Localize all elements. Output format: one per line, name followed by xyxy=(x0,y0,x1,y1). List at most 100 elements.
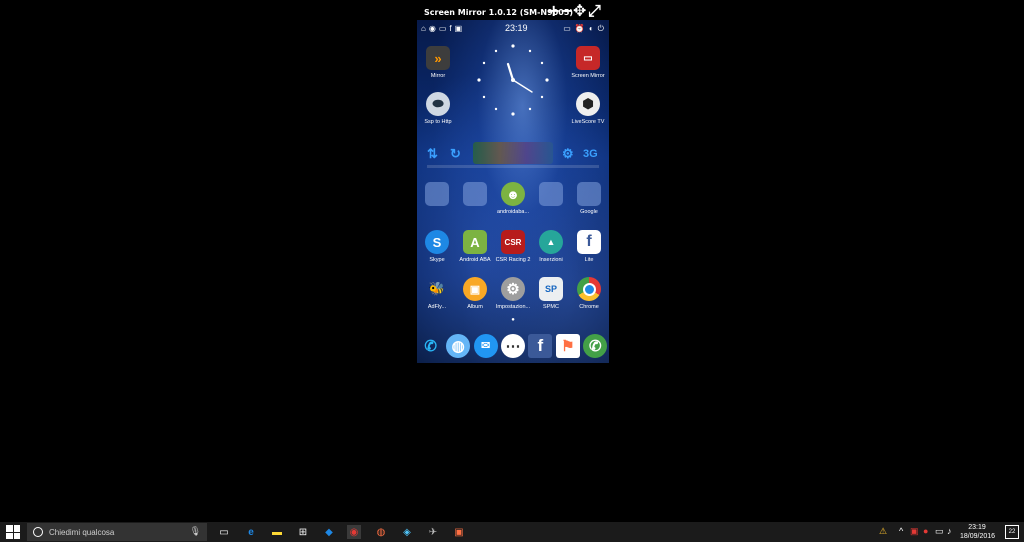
sync-toggle-icon[interactable]: ↻ xyxy=(450,146,461,162)
app-label: LiveScore TV xyxy=(571,119,605,125)
status-bar: ⌂ ◉ ▭ f ▣ 23:19 ▭ ⏰ ◐ ⏻ xyxy=(417,20,609,38)
app-label: CSR Racing 2 xyxy=(495,257,531,263)
flag-icon[interactable]: ⚑ xyxy=(555,333,580,358)
inserzioni-icon: ▲ xyxy=(539,230,563,254)
chrome-icon xyxy=(577,277,601,301)
network-tray-icon[interactable]: ▭ xyxy=(935,526,944,537)
edge-icon[interactable]: e xyxy=(244,525,258,539)
folder-2[interactable] xyxy=(455,182,495,209)
app-label: Album xyxy=(467,304,483,310)
notifications-icon[interactable]: 22 xyxy=(1005,525,1019,539)
skype-icon: S xyxy=(425,230,449,254)
app-label: Mirror xyxy=(430,73,446,79)
app-label: Impostazion... xyxy=(495,304,531,310)
taskbar-clock[interactable]: 23:19 18/09/2016 xyxy=(960,523,995,541)
soccer-ball-icon: ⬢ xyxy=(576,92,600,116)
screen-mirror-taskbar-icon[interactable]: ▣ xyxy=(452,525,466,539)
app-label: Screen Mirror xyxy=(571,73,605,79)
app-spmc[interactable]: SP SPMC xyxy=(531,277,571,310)
wifi-icon: ◉ xyxy=(428,24,436,33)
app-android-aba[interactable]: A Android ABA xyxy=(455,230,495,263)
whatsapp-icon[interactable]: ✆ xyxy=(583,333,608,358)
analog-clock-widget[interactable] xyxy=(475,42,551,118)
move-button[interactable]: ✥ xyxy=(573,2,586,20)
cortana-search-box[interactable]: Chiedimi qualcosa 🎙 xyxy=(27,523,207,541)
microphone-icon[interactable]: 🎙 xyxy=(190,526,201,537)
app-ssp-to-http[interactable]: ⬬ Ssp to Http xyxy=(418,92,458,125)
data-toggle-icon[interactable]: ⇅ xyxy=(427,146,438,162)
phone-screen[interactable]: ⌂ ◉ ▭ f ▣ 23:19 ▭ ⏰ ◐ ⏻ » Mirror ▭ Scree… xyxy=(417,20,609,363)
app-facebook-lite[interactable]: f Lite xyxy=(569,230,609,263)
chrome-taskbar-icon[interactable]: ◉ xyxy=(347,525,361,539)
csr-racing-icon: CSR xyxy=(501,230,525,254)
dropbox-icon[interactable]: ◆ xyxy=(322,525,336,539)
album-icon: ▣ xyxy=(463,277,487,301)
app-impostazioni[interactable]: ⚙ Impostazion... xyxy=(493,277,533,310)
app-label: SPMC xyxy=(543,304,559,310)
app-chrome[interactable]: Chrome xyxy=(569,277,609,310)
gallery-icon: ▣ xyxy=(454,24,463,33)
recorder-tray-icon[interactable]: ● xyxy=(923,526,928,536)
toggle-widget-strip xyxy=(473,142,553,164)
spmc-icon: SP xyxy=(539,277,563,301)
cortana-icon xyxy=(33,527,43,537)
app-diamond-icon[interactable]: ◈ xyxy=(400,525,414,539)
app-androidaba[interactable]: ☻ androidaba... xyxy=(493,182,533,215)
app-csr-racing-2[interactable]: CSR CSR Racing 2 xyxy=(493,230,533,263)
apps-icon[interactable]: ⋯ xyxy=(500,333,525,358)
folder-1[interactable] xyxy=(417,182,457,209)
folder-google[interactable]: Google xyxy=(569,182,609,215)
network-toggle[interactable]: 3G xyxy=(583,148,598,160)
app-adfly[interactable]: 🐝 AdFly... xyxy=(417,277,457,310)
toggle-widget-divider xyxy=(427,165,599,168)
taskbar-time: 23:19 xyxy=(968,524,986,531)
phone-icon[interactable]: ✆ xyxy=(419,334,443,358)
app-livescore-tv[interactable]: ⬢ LiveScore TV xyxy=(568,92,608,125)
firefox-icon[interactable]: ◍ xyxy=(374,525,388,539)
android-icon: ☻ xyxy=(501,182,525,206)
app-label: AdFly... xyxy=(427,304,447,310)
messenger-icon[interactable]: ✉ xyxy=(473,333,498,358)
app-label: Ssp to Http xyxy=(424,119,452,125)
volume-icon[interactable]: ♪ xyxy=(947,526,952,536)
satellite-icon[interactable]: ✈ xyxy=(426,525,440,539)
red-tray-icon[interactable]: ▣ xyxy=(910,526,919,537)
mirror-icon: » xyxy=(426,46,450,70)
app-album[interactable]: ▣ Album xyxy=(455,277,495,310)
cast-icon: ▭ xyxy=(576,46,600,70)
internet-icon[interactable]: ◍ xyxy=(446,333,471,358)
sphere-icon: ⬬ xyxy=(426,92,450,116)
folder-icon xyxy=(425,182,449,206)
home-icon: ⌂ xyxy=(421,24,426,33)
app-label: androidaba... xyxy=(496,209,530,215)
dock: ✆ ◍ ✉ ⋯ f ⚑ ✆ xyxy=(417,328,609,363)
settings-toggle-icon[interactable]: ⚙ xyxy=(562,146,574,162)
app-label: Android ABA xyxy=(459,257,491,263)
cast-status-icon: ▭ xyxy=(563,24,571,33)
facebook-icon[interactable]: f xyxy=(528,333,553,358)
zoom-in-button[interactable]: + xyxy=(547,2,560,20)
power-icon: ⏻ xyxy=(597,24,604,33)
folder-3[interactable] xyxy=(531,182,571,209)
app-mirror[interactable]: » Mirror xyxy=(418,46,458,79)
folder-icon xyxy=(539,182,563,206)
app-skype[interactable]: S Skype xyxy=(417,230,457,263)
settings-icon: ⚙ xyxy=(501,277,525,301)
battery-icon: ◐ xyxy=(588,24,594,33)
chevron-up-icon[interactable]: ^ xyxy=(899,526,903,536)
fullscreen-button[interactable]: ⤢ xyxy=(588,2,601,20)
app-inserzioni[interactable]: ▲ Inserzioni xyxy=(531,230,571,263)
app-label: Google xyxy=(580,209,598,215)
task-view-icon[interactable]: ▭ xyxy=(217,525,231,539)
android-aba-icon: A xyxy=(463,230,487,254)
file-explorer-icon[interactable]: ▬ xyxy=(270,525,284,539)
store-icon[interactable]: ⊞ xyxy=(296,525,310,539)
zoom-out-button[interactable]: − xyxy=(560,2,573,20)
search-placeholder: Chiedimi qualcosa xyxy=(49,527,115,537)
windows-start-icon[interactable] xyxy=(6,525,20,539)
warning-tray-icon[interactable]: ⚠ xyxy=(879,526,887,537)
app-label: Skype xyxy=(429,257,445,263)
app-screen-mirror[interactable]: ▭ Screen Mirror xyxy=(568,46,608,79)
page-indicator[interactable]: ● xyxy=(417,317,609,323)
folder-icon xyxy=(463,182,487,206)
